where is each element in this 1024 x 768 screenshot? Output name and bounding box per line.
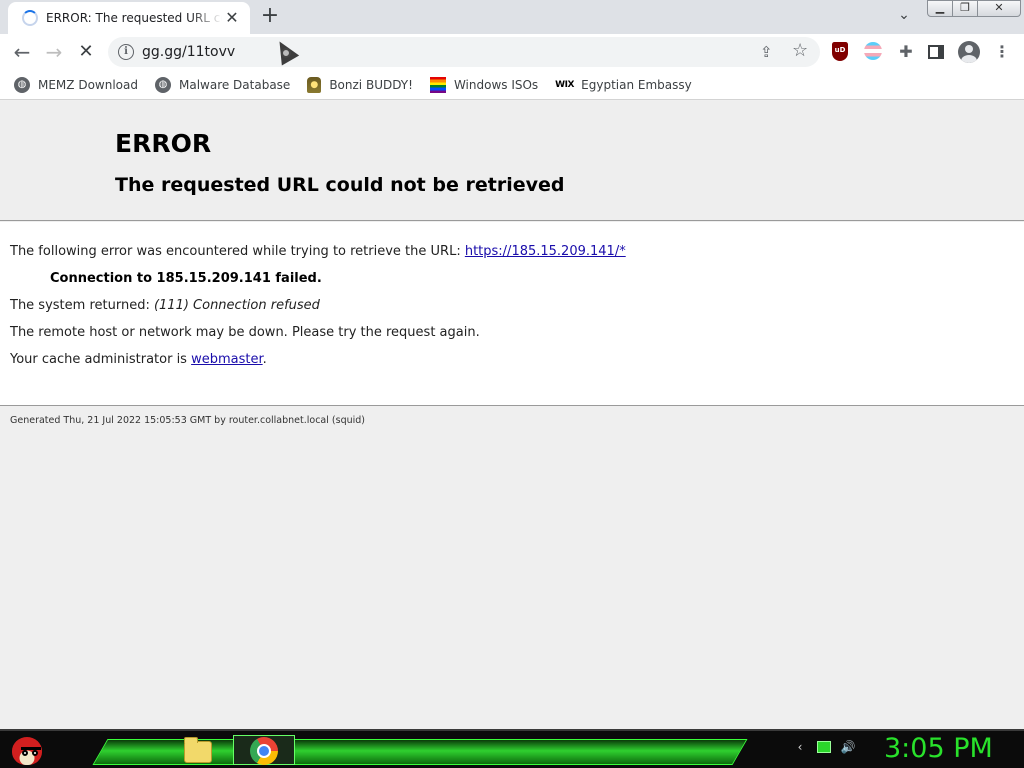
- browser-toolbar: ← → ✕ i gg.gg/11tovv ⇪ ☆ uD ✚ ⋮: [0, 34, 1024, 70]
- bookmark-label: Malware Database: [178, 77, 291, 92]
- angry-bird-start-icon: [12, 737, 42, 765]
- globe-icon: ◍: [154, 76, 171, 93]
- tab-active[interactable]: ERROR: The requested URL could not be re…: [8, 2, 250, 34]
- busy-cursor-icon: [281, 48, 291, 58]
- back-button[interactable]: ←: [8, 38, 36, 66]
- bookmarks-bar: ◍ MEMZ Download ◍ Malware Database ● Bon…: [0, 70, 1024, 100]
- globe-icon: ◍: [14, 76, 30, 93]
- folder-icon: [184, 737, 212, 763]
- profile-avatar-icon[interactable]: [958, 41, 980, 63]
- generated-footer: Generated Thu, 21 Jul 2022 15:05:53 GMT …: [10, 415, 365, 426]
- system-returned: The system returned: (111) Connection re…: [10, 298, 320, 313]
- error-body: The following error was encountered whil…: [0, 222, 1024, 406]
- bookmark-label: Bonzi BUDDY!: [329, 77, 413, 92]
- taskbar: ‹ 🔊 3:05 PM: [0, 729, 1024, 768]
- close-window-button[interactable]: ✕: [977, 0, 1021, 17]
- error-subheading: The requested URL could not be retrieved: [115, 174, 565, 196]
- address-bar[interactable]: i gg.gg/11tovv ⇪ ☆: [108, 37, 820, 67]
- connection-failed-text: Connection to 185.15.209.141 failed.: [50, 271, 322, 286]
- minimize-button[interactable]: ▁: [927, 0, 953, 17]
- network-icon[interactable]: [817, 741, 831, 753]
- error-header: ERROR The requested URL could not be ret…: [0, 101, 1024, 221]
- side-panel-icon[interactable]: [928, 45, 944, 59]
- error-heading: ERROR: [115, 129, 212, 158]
- error-url-link[interactable]: https://185.15.209.141/*: [465, 244, 626, 259]
- taskbar-chrome[interactable]: [233, 735, 295, 765]
- bookmark-memz-download[interactable]: ◍ MEMZ Download: [14, 76, 138, 93]
- bookmark-label: Windows ISOs: [453, 77, 539, 92]
- bookmark-label: Egyptian Embassy: [581, 77, 692, 92]
- system-returned-value: (111) Connection refused: [153, 298, 320, 313]
- system-returned-label: The system returned:: [10, 298, 154, 313]
- intro-text: The following error was encountered whil…: [10, 244, 465, 259]
- new-tab-button[interactable]: +: [258, 5, 282, 28]
- error-intro: The following error was encountered whil…: [10, 244, 626, 259]
- bookmark-star-icon[interactable]: ☆: [792, 40, 808, 61]
- bookmark-egyptian-embassy[interactable]: WIX Egyptian Embassy: [555, 77, 692, 93]
- volume-icon[interactable]: 🔊: [840, 739, 856, 755]
- tab-search-button[interactable]: ⌄: [893, 7, 915, 27]
- bookmark-label: MEMZ Download: [38, 77, 138, 92]
- ublock-origin-icon[interactable]: uD: [832, 42, 848, 61]
- bookmark-malware-database[interactable]: ◍ Malware Database: [154, 76, 291, 93]
- forward-button[interactable]: →: [40, 38, 68, 66]
- kebab-menu-icon[interactable]: ⋮: [992, 42, 1012, 62]
- tray-expand-icon[interactable]: ‹: [792, 739, 808, 755]
- share-icon[interactable]: ⇪: [760, 43, 773, 61]
- loading-spinner-icon: [22, 10, 38, 26]
- trans-flag-extension-icon[interactable]: [864, 42, 882, 60]
- cache-admin: Your cache administrator is webmaster.: [10, 352, 267, 367]
- remote-host-text: The remote host or network may be down. …: [10, 325, 480, 340]
- system-tray: ‹ 🔊: [792, 739, 865, 755]
- tab-strip: ERROR: The requested URL could not be re…: [0, 0, 1024, 34]
- bird-eye: [32, 750, 38, 756]
- taskbar-file-explorer[interactable]: [182, 735, 214, 765]
- site-info-icon[interactable]: i: [118, 44, 134, 60]
- bookmark-windows-isos[interactable]: Windows ISOs: [429, 76, 539, 93]
- chrome-icon: [250, 737, 278, 765]
- cache-admin-suffix: .: [262, 352, 267, 367]
- restore-button[interactable]: ❐: [952, 0, 978, 17]
- stop-loading-button[interactable]: ✕: [72, 38, 100, 66]
- tab-title: ERROR: The requested URL could not be re…: [46, 11, 222, 25]
- taskbar-clock[interactable]: 3:05 PM: [884, 733, 993, 764]
- wix-icon: WIX: [555, 79, 574, 90]
- start-button[interactable]: [8, 733, 44, 767]
- bonzi-icon: ●: [307, 76, 322, 93]
- url-text[interactable]: gg.gg/11tovv: [142, 44, 235, 60]
- webmaster-link[interactable]: webmaster: [191, 352, 263, 367]
- window-controls: ▁ ❐ ✕: [927, 0, 1021, 18]
- cache-admin-text: Your cache administrator is: [10, 352, 192, 367]
- extensions-puzzle-icon[interactable]: ✚: [896, 42, 916, 62]
- bookmark-bonzi-buddy[interactable]: ● Bonzi BUDDY!: [307, 76, 413, 93]
- page-content: ERROR The requested URL could not be ret…: [0, 101, 1024, 729]
- rainbow-flag-icon: [429, 76, 446, 93]
- bird-eye: [22, 750, 28, 756]
- tab-close-icon[interactable]: ✕: [224, 10, 240, 26]
